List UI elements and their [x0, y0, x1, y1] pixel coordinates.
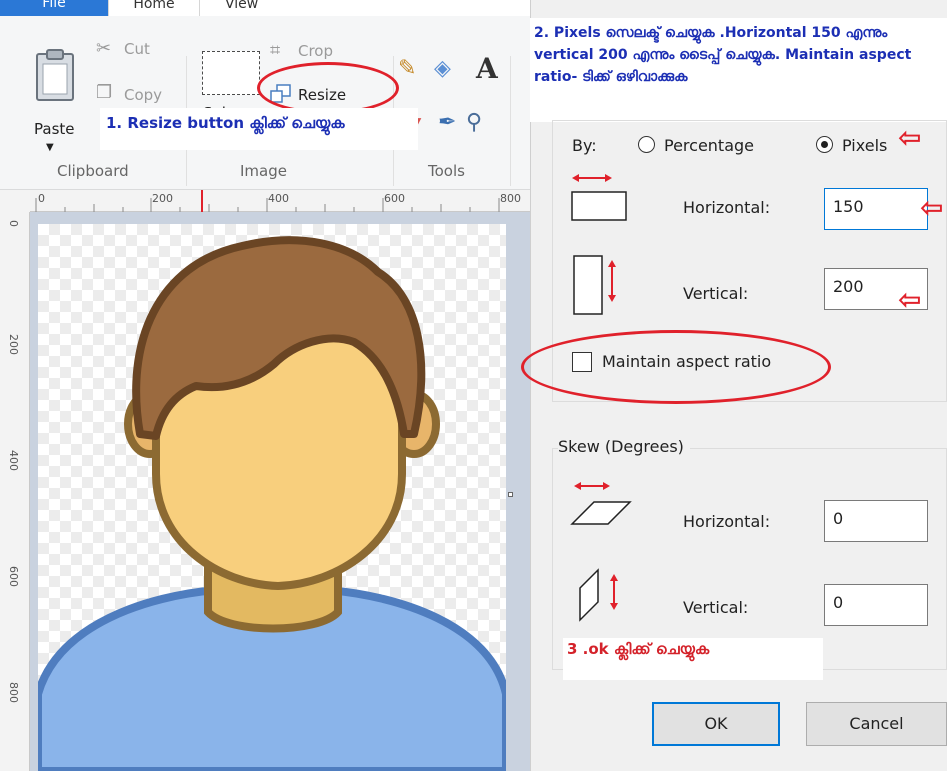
fill-bucket-icon[interactable]: ◈	[434, 56, 451, 81]
tab-view[interactable]: View	[225, 0, 258, 16]
pixels-radio[interactable]: Pixels	[816, 134, 906, 158]
copy-icon: ❐	[96, 82, 113, 103]
cut-label: Cut	[124, 40, 150, 58]
skew-horizontal-input[interactable]: 0	[824, 500, 928, 542]
ok-button[interactable]: OK	[652, 702, 780, 746]
ruler-tick-label: 600	[7, 566, 20, 587]
ruler-tick-label: 400	[7, 450, 20, 471]
ruler-top-ticks	[35, 198, 500, 212]
pencil-icon[interactable]: ✎	[398, 56, 416, 81]
ruler-cursor-marker	[201, 190, 203, 212]
chevron-down-icon: ▼	[46, 142, 54, 153]
pixels-radio-circle[interactable]	[816, 136, 833, 153]
cut-button[interactable]: ✂ Cut	[96, 38, 166, 64]
skew-horizontal-icon	[570, 482, 632, 525]
copy-button[interactable]: ❐ Copy	[96, 82, 176, 108]
resize-vertical-label: Vertical:	[683, 284, 749, 303]
clipboard-icon	[36, 49, 74, 101]
by-label: By:	[572, 136, 597, 155]
ruler-tick-label: 200	[7, 334, 20, 355]
resize-horizontal-label: Horizontal:	[683, 198, 771, 217]
ribbon-tabbar: File Home View	[0, 0, 530, 16]
ruler-left: 0 200 400 600 800	[0, 212, 30, 771]
skew-vertical-input[interactable]: 0	[824, 584, 928, 626]
tools-group-label: Tools	[428, 162, 465, 180]
skew-vertical-label: Vertical:	[683, 598, 749, 617]
pixels-label: Pixels	[842, 136, 888, 155]
group-divider	[510, 56, 511, 186]
select-button[interactable]	[202, 51, 260, 95]
skew-horizontal-label: Horizontal:	[683, 512, 771, 531]
crop-icon: ⌗	[270, 40, 281, 61]
percentage-label: Percentage	[664, 136, 755, 155]
image-group-label: Image	[240, 162, 287, 180]
skew-title: Skew (Degrees)	[558, 437, 690, 456]
magnifier-icon[interactable]: ⚲	[466, 110, 482, 135]
resize-highlight-ellipse	[257, 62, 399, 114]
clipboard-group-label: Clipboard	[57, 162, 129, 180]
ruler-corner	[0, 190, 30, 212]
radio-selected-dot	[821, 141, 828, 148]
canvas-workspace[interactable]	[30, 212, 530, 771]
ruler-tick-label: 0	[7, 220, 20, 227]
ruler-top: 0 200 400 600 800	[30, 190, 530, 212]
color-picker-icon[interactable]: ✒	[438, 110, 456, 135]
drawing-canvas[interactable]	[38, 224, 506, 771]
copy-label: Copy	[124, 86, 163, 104]
canvas-resize-handle[interactable]	[508, 492, 513, 497]
ruler-tick-label: 800	[7, 682, 20, 703]
percentage-radio[interactable]: Percentage	[638, 134, 778, 158]
resize-horizontal-input[interactable]: 150	[824, 188, 928, 230]
crop-label: Crop	[298, 42, 334, 60]
red-arrow-icon: ⇦	[920, 191, 944, 224]
tab-file[interactable]: File	[0, 0, 108, 16]
horizontal-resize-icon	[571, 174, 627, 221]
avatar-image	[38, 236, 506, 771]
maintain-highlight-ellipse	[521, 330, 831, 404]
red-arrow-icon: ⇦	[898, 283, 922, 316]
text-tool-icon[interactable]: A	[476, 52, 498, 85]
paste-label: Paste	[34, 120, 75, 138]
tab-home[interactable]: Home	[108, 0, 200, 16]
step3-annotation: 3 .ok ക്ലിക്ക് ചെയ്യുക	[563, 638, 823, 680]
paste-button[interactable]: Paste ▼	[30, 44, 80, 174]
vertical-resize-icon	[573, 255, 616, 315]
red-arrow-icon: ⇦	[898, 121, 922, 154]
cancel-button[interactable]: Cancel	[806, 702, 947, 746]
step2-annotation: 2. Pixels സെലക്ട് ചെയ്യുക .Horizontal 15…	[530, 18, 947, 122]
scissors-icon: ✂	[96, 38, 112, 59]
ribbon: Paste ▼ ✂ Cut ❐ Copy Clipboard Selec ⌗ C…	[0, 16, 530, 190]
step1-annotation: 1. Resize button ക്ലിക്ക് ചെയ്യുക	[100, 108, 418, 150]
skew-vertical-icon	[579, 568, 618, 622]
percentage-radio-circle[interactable]	[638, 136, 655, 153]
